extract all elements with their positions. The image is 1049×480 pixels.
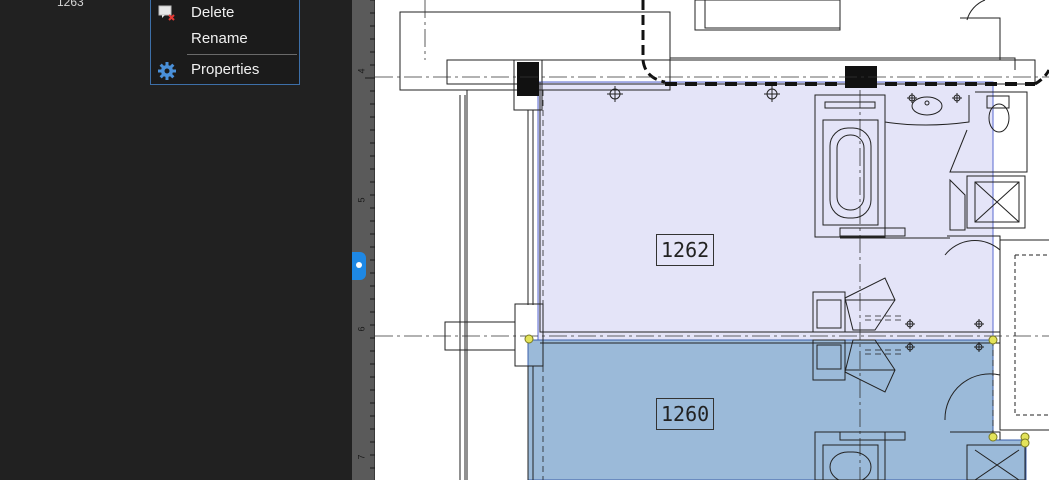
menu-item-rename[interactable]: Rename: [151, 27, 299, 51]
ruler-label-5: 5: [356, 197, 367, 203]
panel-splitter-handle[interactable]: [352, 252, 366, 280]
menu-item-properties[interactable]: Properties: [151, 58, 299, 82]
room-1260-area[interactable]: [527, 339, 1027, 480]
context-menu: Delete Rename Properties: [150, 0, 300, 85]
menu-item-label: Properties: [191, 61, 260, 78]
vertical-ruler: 4 5 6 7: [352, 0, 375, 480]
menu-item-label: Rename: [191, 30, 248, 47]
room-label-1262[interactable]: 1262: [656, 234, 715, 266]
menu-separator: [187, 54, 297, 55]
ruler-label-6: 6: [356, 326, 367, 332]
ruler-label-4: 4: [356, 68, 367, 74]
room-1262-area[interactable]: [537, 81, 994, 341]
room-label-1260[interactable]: 1260: [656, 398, 715, 430]
delete-icon: [157, 4, 177, 22]
menu-item-delete[interactable]: Delete: [151, 1, 299, 25]
ruler-label-7: 7: [356, 454, 367, 460]
gear-icon: [157, 61, 177, 80]
left-panel: 1263 Delete Rename Properties: [0, 0, 352, 480]
tree-item-label[interactable]: 1263: [57, 0, 84, 9]
drawing-canvas[interactable]: 1262 1260: [375, 0, 1049, 480]
menu-item-label: Delete: [191, 4, 235, 21]
